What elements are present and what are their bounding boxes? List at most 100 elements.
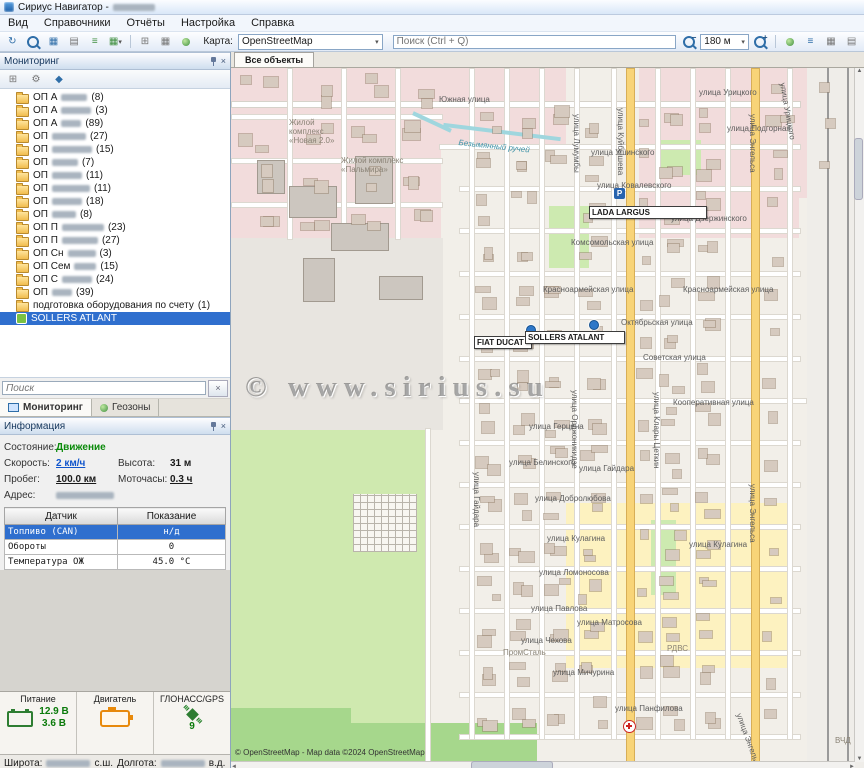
- search-map-button[interactable]: [24, 33, 43, 50]
- sensor-value: 45.0 °C: [118, 555, 226, 570]
- toolbar-separator: [775, 35, 776, 48]
- vertical-scroll-thumb[interactable]: [854, 138, 863, 200]
- tree-item[interactable]: ОП (11): [0, 182, 230, 195]
- menu-item[interactable]: Отчёты: [119, 16, 173, 30]
- building: [696, 493, 707, 501]
- scroll-down-icon[interactable]: ▼: [857, 756, 863, 762]
- satellite-button[interactable]: ◆: [49, 71, 69, 88]
- scroll-right-icon[interactable]: ►: [849, 764, 855, 768]
- tree-item[interactable]: ОП Сем(15): [0, 260, 230, 273]
- building: [673, 387, 684, 393]
- scroll-up-icon[interactable]: ▲: [857, 68, 863, 74]
- tree-item[interactable]: ОП (7): [0, 156, 230, 169]
- sensor-row[interactable]: Обороты0: [5, 540, 226, 555]
- pin-icon[interactable]: [209, 57, 217, 66]
- tree-item[interactable]: ОП Сн(3): [0, 247, 230, 260]
- tile-button[interactable]: ⊞: [136, 33, 155, 50]
- building: [641, 495, 652, 504]
- clear-search-button[interactable]: ×: [208, 380, 228, 397]
- street-label: Южная улица: [439, 95, 490, 104]
- building: [820, 83, 829, 91]
- tree-item[interactable]: ОП (18): [0, 195, 230, 208]
- world-button[interactable]: [780, 33, 799, 50]
- erase-icon: ×: [215, 383, 220, 393]
- building: [515, 494, 527, 504]
- tree-item-count: (11): [86, 170, 103, 181]
- tree-item[interactable]: ОП С(24): [0, 273, 230, 286]
- redacted-text: [52, 198, 82, 205]
- zoom-in-button[interactable]: +: [751, 33, 770, 50]
- tree-item[interactable]: ОП А(89): [0, 117, 230, 130]
- tree-item[interactable]: ОП (8): [0, 208, 230, 221]
- tree-item[interactable]: ОП П(27): [0, 234, 230, 247]
- close-icon[interactable]: ×: [221, 56, 226, 66]
- tree-item-label: ОП П: [33, 235, 58, 246]
- layers-button[interactable]: ▦: [156, 33, 175, 50]
- building: [765, 499, 776, 505]
- tree-item[interactable]: ОП (11): [0, 169, 230, 182]
- street: [425, 428, 431, 768]
- tree-item[interactable]: ОП П(23): [0, 221, 230, 234]
- map-tab-label: Все объекты: [245, 55, 303, 65]
- menu-item[interactable]: Вид: [0, 16, 36, 30]
- redacted-text: [68, 250, 96, 257]
- menu-item[interactable]: Справка: [243, 16, 302, 30]
- reports-button[interactable]: ▤: [65, 33, 84, 50]
- value-col-header[interactable]: Показание: [118, 508, 226, 525]
- building: [263, 180, 272, 192]
- tree-item-label: ОП А: [33, 92, 57, 103]
- menu-item[interactable]: Справочники: [36, 16, 119, 30]
- tree-item[interactable]: ОП (15): [0, 143, 230, 156]
- chart-button[interactable]: ≡: [85, 33, 104, 50]
- speed-value[interactable]: 2 км/ч: [56, 458, 118, 469]
- parking-icon[interactable]: P: [614, 188, 625, 199]
- street-label: ПромСталь: [503, 648, 546, 657]
- map-style-button[interactable]: ▦▾: [106, 33, 125, 50]
- measure-button[interactable]: ≡: [801, 33, 820, 50]
- zoom-out-button[interactable]: −: [680, 33, 699, 50]
- latitude-suffix: с.ш.: [94, 758, 113, 768]
- vehicle-dot[interactable]: [589, 320, 599, 330]
- tree-item[interactable]: SOLLERS ATLANT: [0, 312, 230, 325]
- map-provider-select[interactable]: OpenStreetMap ▾: [238, 34, 383, 50]
- tab-geozones[interactable]: Геозоны: [92, 399, 160, 416]
- close-icon[interactable]: ×: [221, 421, 226, 431]
- tree-settings-button[interactable]: ⚙: [26, 71, 46, 88]
- tree-item[interactable]: подготовка оборудования по счету(1): [0, 299, 230, 312]
- tree-item[interactable]: ОП А(3): [0, 104, 230, 117]
- address-label: Адрес:: [4, 490, 56, 501]
- tab-monitoring[interactable]: Мониторинг: [0, 399, 92, 416]
- tree-item[interactable]: ОП (39): [0, 286, 230, 299]
- scroll-left-icon[interactable]: ◄: [231, 764, 237, 768]
- refresh-button[interactable]: ↻: [3, 33, 22, 50]
- scale-select[interactable]: 180 м ▾: [700, 34, 749, 50]
- tree-item[interactable]: ОП А(8): [0, 91, 230, 104]
- map-tab-all-objects[interactable]: Все объекты: [234, 52, 314, 67]
- global-search-input[interactable]: [393, 35, 676, 49]
- tree-item[interactable]: ОП (27): [0, 130, 230, 143]
- building: [667, 408, 676, 415]
- horizontal-scroll-thumb[interactable]: [471, 761, 553, 768]
- tree-structure-button[interactable]: ⊞: [3, 71, 23, 88]
- street-label: РДВС: [667, 644, 688, 653]
- hospital-icon[interactable]: [623, 720, 636, 733]
- monitor-button[interactable]: ▦: [44, 33, 63, 50]
- menu-item[interactable]: Настройка: [173, 16, 243, 30]
- sensor-col-header[interactable]: Датчик: [5, 508, 118, 525]
- street-label: ВЧД: [835, 736, 851, 745]
- sensor-row[interactable]: Температура ОЖ45.0 °C: [5, 555, 226, 570]
- engine-hours-value[interactable]: 0.3 ч: [170, 474, 193, 485]
- vehicle-marker-label[interactable]: SOLLERS ATALANT: [525, 331, 625, 344]
- grid-button[interactable]: ▦: [822, 33, 841, 50]
- vehicle-marker-label[interactable]: LADA LARGUS: [589, 206, 707, 219]
- sensor-row[interactable]: Топливо (CAN)н/д: [5, 525, 226, 540]
- map-canvas[interactable]: © www.sirius.su © OpenStreetMap - Map da…: [231, 68, 864, 768]
- building: [709, 414, 720, 425]
- vehicle-marker-label[interactable]: FIAT DUCAT: [474, 336, 532, 349]
- tree-search-input[interactable]: [2, 381, 206, 395]
- caret-down-icon: ▾: [375, 38, 379, 46]
- mileage-value[interactable]: 100.0 км: [56, 474, 118, 485]
- globe-button[interactable]: [177, 33, 196, 50]
- legend-button[interactable]: ▤: [842, 33, 861, 50]
- pin-icon[interactable]: [209, 422, 217, 431]
